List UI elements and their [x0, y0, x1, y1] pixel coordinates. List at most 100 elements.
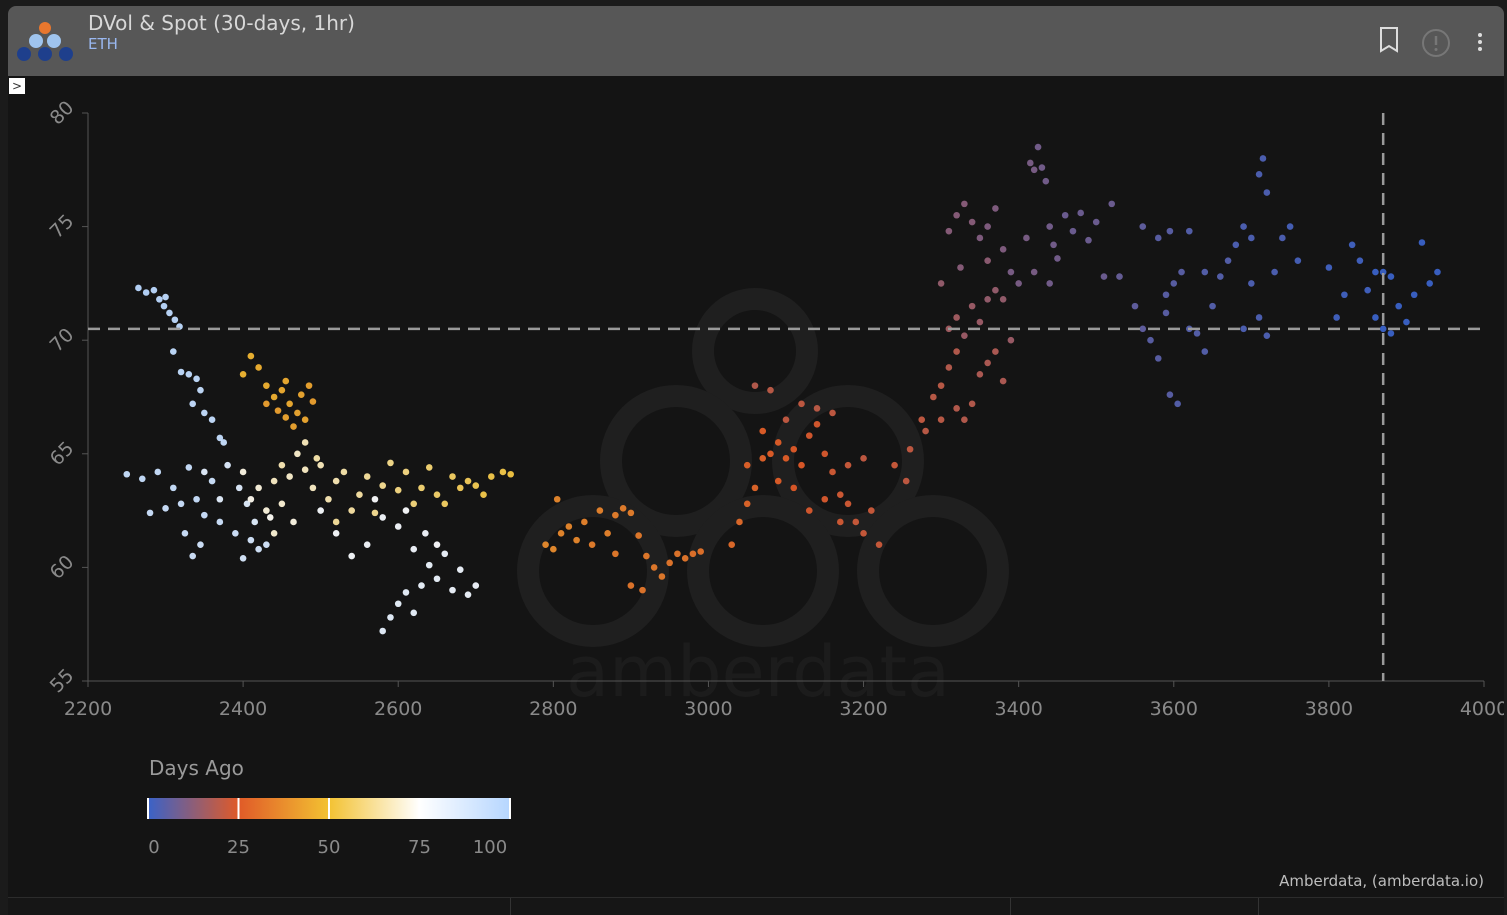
data-point [553, 495, 561, 503]
expand-toggle[interactable]: > [9, 78, 25, 94]
data-point [464, 591, 472, 598]
colorbar-tick-label: 50 [318, 837, 341, 858]
data-point [1030, 166, 1038, 174]
y-tick-label: 80 [46, 97, 79, 130]
data-point [619, 505, 627, 512]
data-point [379, 627, 387, 635]
data-point [689, 550, 697, 558]
data-point [937, 416, 945, 424]
data-point [658, 573, 666, 580]
data-point [868, 507, 875, 514]
data-point [410, 545, 418, 553]
data-point [255, 545, 262, 553]
data-point [1046, 280, 1053, 287]
data-point [290, 518, 297, 526]
data-point [1232, 241, 1240, 249]
data-point [1224, 257, 1232, 264]
data-point [1139, 223, 1147, 230]
data-point [1333, 314, 1340, 321]
data-point [1162, 291, 1170, 299]
data-point [1434, 268, 1441, 276]
data-point [197, 541, 204, 548]
x-tick-label: 2400 [219, 698, 267, 720]
data-point [348, 507, 355, 514]
data-point [759, 427, 767, 435]
data-point [1077, 209, 1085, 217]
data-point [743, 461, 751, 469]
colorbar-tick-label: 75 [408, 837, 431, 858]
y-tick-label: 65 [46, 437, 79, 470]
data-point [805, 507, 813, 514]
data-point [1271, 268, 1278, 276]
data-point [456, 566, 464, 573]
data-point [1061, 211, 1069, 219]
data-point [1286, 223, 1294, 230]
data-point [953, 211, 960, 219]
data-point [968, 218, 976, 226]
data-point [860, 455, 867, 462]
data-point [627, 582, 635, 589]
x-tick-label: 2800 [529, 698, 577, 720]
data-point [123, 470, 131, 478]
data-point [189, 400, 196, 408]
data-point [945, 227, 953, 235]
more-vertical-icon[interactable] [1476, 32, 1484, 54]
data-point [216, 495, 224, 503]
data-point [286, 400, 293, 408]
data-point [247, 536, 255, 544]
data-point [798, 461, 805, 469]
data-point [961, 332, 968, 339]
data-point [829, 409, 836, 417]
data-point [270, 530, 278, 537]
data-point [774, 439, 782, 446]
bookmark-icon[interactable] [1378, 26, 1400, 54]
data-point [394, 486, 402, 494]
data-point [208, 477, 216, 485]
data-point [433, 491, 441, 498]
data-point [1178, 268, 1185, 276]
data-point [860, 530, 867, 537]
data-point [418, 484, 425, 492]
data-point [697, 548, 704, 555]
data-point [953, 348, 960, 355]
data-point [507, 470, 514, 478]
data-point [976, 370, 984, 378]
data-point [162, 505, 169, 512]
data-point [1201, 348, 1209, 355]
data-point [1325, 264, 1333, 271]
data-point [138, 475, 146, 483]
data-point [1154, 355, 1162, 362]
data-point [1038, 164, 1046, 171]
data-point [166, 309, 173, 317]
alert-circle-icon[interactable] [1421, 28, 1451, 58]
data-point [255, 484, 262, 492]
data-point [239, 468, 247, 476]
data-point [171, 316, 179, 324]
data-point [674, 550, 681, 558]
widget-footer [8, 897, 1504, 915]
data-point [976, 234, 984, 242]
data-point [487, 473, 495, 480]
data-point [193, 375, 200, 383]
data-point [1162, 309, 1170, 317]
colorbar-tick-label: 25 [227, 837, 250, 858]
data-point [170, 484, 177, 492]
data-point [992, 286, 999, 294]
data-point [449, 586, 456, 594]
data-point [201, 468, 208, 476]
data-point [472, 482, 480, 489]
x-tick-label: 3400 [994, 698, 1042, 720]
data-point [743, 500, 751, 508]
data-point [1170, 280, 1178, 287]
data-point [945, 364, 953, 371]
data-point [774, 477, 782, 485]
data-point [999, 377, 1007, 385]
data-point [953, 314, 960, 321]
data-point [1108, 200, 1116, 208]
data-point [270, 393, 278, 401]
data-point [728, 541, 736, 548]
y-tick-label: 60 [46, 551, 79, 584]
data-point [984, 296, 991, 303]
data-point [813, 420, 821, 428]
data-point [301, 466, 309, 474]
